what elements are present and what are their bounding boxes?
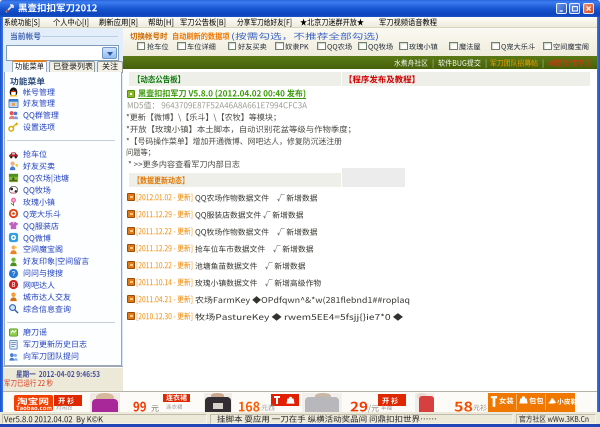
svg-text:?: ? — [12, 270, 16, 277]
svg-text:8: 8 — [12, 282, 16, 289]
